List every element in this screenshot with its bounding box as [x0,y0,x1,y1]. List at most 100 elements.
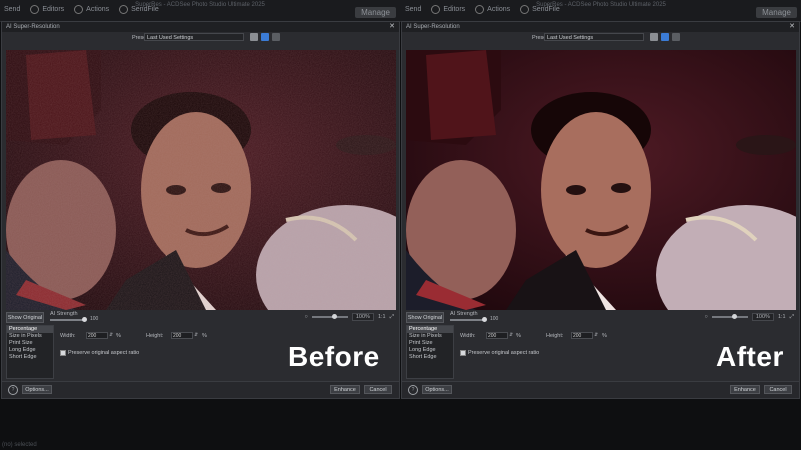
top-bar-right: Send Editors Actions SendFile SuperRes -… [401,0,801,21]
height-percent: % [202,333,207,339]
window-title: SuperRes - ACDSee Photo Studio Ultimate … [135,2,265,8]
enhance-button[interactable]: Enhance [730,385,760,394]
preset-row: Preset: Last Used Settings [2,32,399,44]
dialog-title-bar: AI Super-Resolution ✕ [402,22,799,32]
ai-strength-label: AI Strength [450,311,478,317]
zoom-slider[interactable] [311,314,348,319]
preserve-aspect-checkbox[interactable] [60,350,66,356]
height-label: Height: [546,333,564,339]
top-bar-left: Send Editors Actions SendFile SuperRes -… [0,0,400,21]
height-spinner-icon[interactable]: ⇵ [194,332,198,338]
circle-icon [30,5,40,14]
height-spinner-icon[interactable]: ⇵ [594,332,598,338]
preview-image-before[interactable] [6,50,396,310]
width-label: Width: [460,333,476,339]
before-label: Before [288,341,380,372]
preview-image-after[interactable] [406,50,796,310]
mode-short-edge[interactable]: Short Edge [407,354,453,361]
height-input[interactable]: 200 [171,332,193,339]
manage-button[interactable]: Manage [355,7,396,18]
tab-editors-label: Editors [443,6,466,13]
tab-actions-label: Actions [86,6,110,13]
preset-dropdown[interactable]: Last Used Settings [144,33,244,41]
enhance-button[interactable]: Enhance [330,385,360,394]
portrait-photo [406,50,796,310]
preset-dropdown[interactable]: Last Used Settings [544,33,644,41]
mode-size-in-pixels[interactable]: Size in Pixels [7,333,53,340]
height-label: Height: [146,333,164,339]
height-input[interactable]: 200 [571,332,593,339]
width-input[interactable]: 200 [86,332,108,339]
preset-save-icon[interactable] [650,33,658,41]
close-icon[interactable]: ✕ [389,22,395,32]
preset-delete-icon[interactable] [672,33,680,41]
tab-editors-label: Editors [42,6,65,13]
mode-long-edge[interactable]: Long Edge [7,347,53,354]
fit-icon[interactable]: ⤢ [390,314,394,321]
show-original-button[interactable]: Show Original [6,312,44,323]
zoom-ratio[interactable]: 1:1 [778,314,786,320]
zoom-ratio[interactable]: 1:1 [378,314,386,320]
manage-button[interactable]: Manage [756,7,797,18]
ai-strength-slider-knob[interactable] [82,317,87,322]
preset-save-icon[interactable] [250,33,258,41]
options-button[interactable]: Options... [422,385,452,394]
resize-mode-list: Percentage Size in Pixels Print Size Lon… [6,325,54,379]
height-percent: % [602,333,607,339]
tab-actions[interactable]: Actions [74,5,109,14]
show-original-button[interactable]: Show Original [406,312,444,323]
circle-icon [431,5,441,14]
zoom-out-icon[interactable]: ○ [305,314,308,320]
control-row: Show Original AI Strength 100 ○ 100% 1:1… [406,311,796,324]
super-resolution-dialog-after: AI Super-Resolution ✕ Preset: Last Used … [401,21,800,399]
preset-delete-icon[interactable] [272,33,280,41]
mode-short-edge[interactable]: Short Edge [7,354,53,361]
tab-send[interactable]: Send [405,6,421,13]
circle-icon [475,5,485,14]
options-button[interactable]: Options... [22,385,52,394]
zoom-value[interactable]: 100% [751,313,774,321]
zoom-slider[interactable] [711,314,748,319]
width-spinner-icon[interactable]: ⇵ [509,332,513,338]
mode-percentage[interactable]: Percentage [407,326,453,333]
dialog-footer: ? Options... Enhance Cancel [402,381,799,398]
preserve-aspect-checkbox[interactable] [460,350,466,356]
tab-send[interactable]: Send [4,6,20,13]
mode-print-size[interactable]: Print Size [407,340,453,347]
resize-panel: Percentage Size in Pixels Print Size Lon… [6,325,396,381]
dialog-title-bar: AI Super-Resolution ✕ [2,22,399,32]
zoom-value[interactable]: 100% [351,313,374,321]
app-background-area: (no) selected [0,399,801,450]
zoom-control: ○ 100% 1:1 ⤢ [705,313,794,321]
cancel-button[interactable]: Cancel [364,385,392,394]
circle-icon [74,5,84,14]
mode-long-edge[interactable]: Long Edge [407,347,453,354]
fit-icon[interactable]: ⤢ [790,314,794,321]
dialog-title: AI Super-Resolution [406,24,460,30]
mode-size-in-pixels[interactable]: Size in Pixels [407,333,453,340]
ai-strength-label: AI Strength [50,311,78,317]
mode-print-size[interactable]: Print Size [7,340,53,347]
after-label: After [716,341,784,372]
preserve-aspect-label: Preserve original aspect ratio [468,350,540,356]
cancel-button[interactable]: Cancel [764,385,792,394]
mode-percentage[interactable]: Percentage [7,326,53,333]
tab-actions-label: Actions [487,6,511,13]
zoom-out-icon[interactable]: ○ [705,314,708,320]
help-icon[interactable]: ? [408,385,418,395]
app-top-bar: Send Editors Actions SendFile SuperRes -… [0,0,801,22]
preset-load-icon[interactable] [261,33,269,41]
tab-editors[interactable]: Editors [431,5,465,14]
dialog-title: AI Super-Resolution [6,24,60,30]
ai-strength-slider[interactable] [50,319,86,321]
tab-actions[interactable]: Actions [475,5,510,14]
width-input[interactable]: 200 [486,332,508,339]
width-spinner-icon[interactable]: ⇵ [109,332,113,338]
preset-load-icon[interactable] [661,33,669,41]
close-icon[interactable]: ✕ [789,22,795,32]
ai-strength-slider[interactable] [450,319,486,321]
control-row: Show Original AI Strength 100 ○ 100% 1:1… [6,311,396,324]
help-icon[interactable]: ? [8,385,18,395]
ai-strength-slider-knob[interactable] [482,317,487,322]
tab-editors[interactable]: Editors [30,5,64,14]
